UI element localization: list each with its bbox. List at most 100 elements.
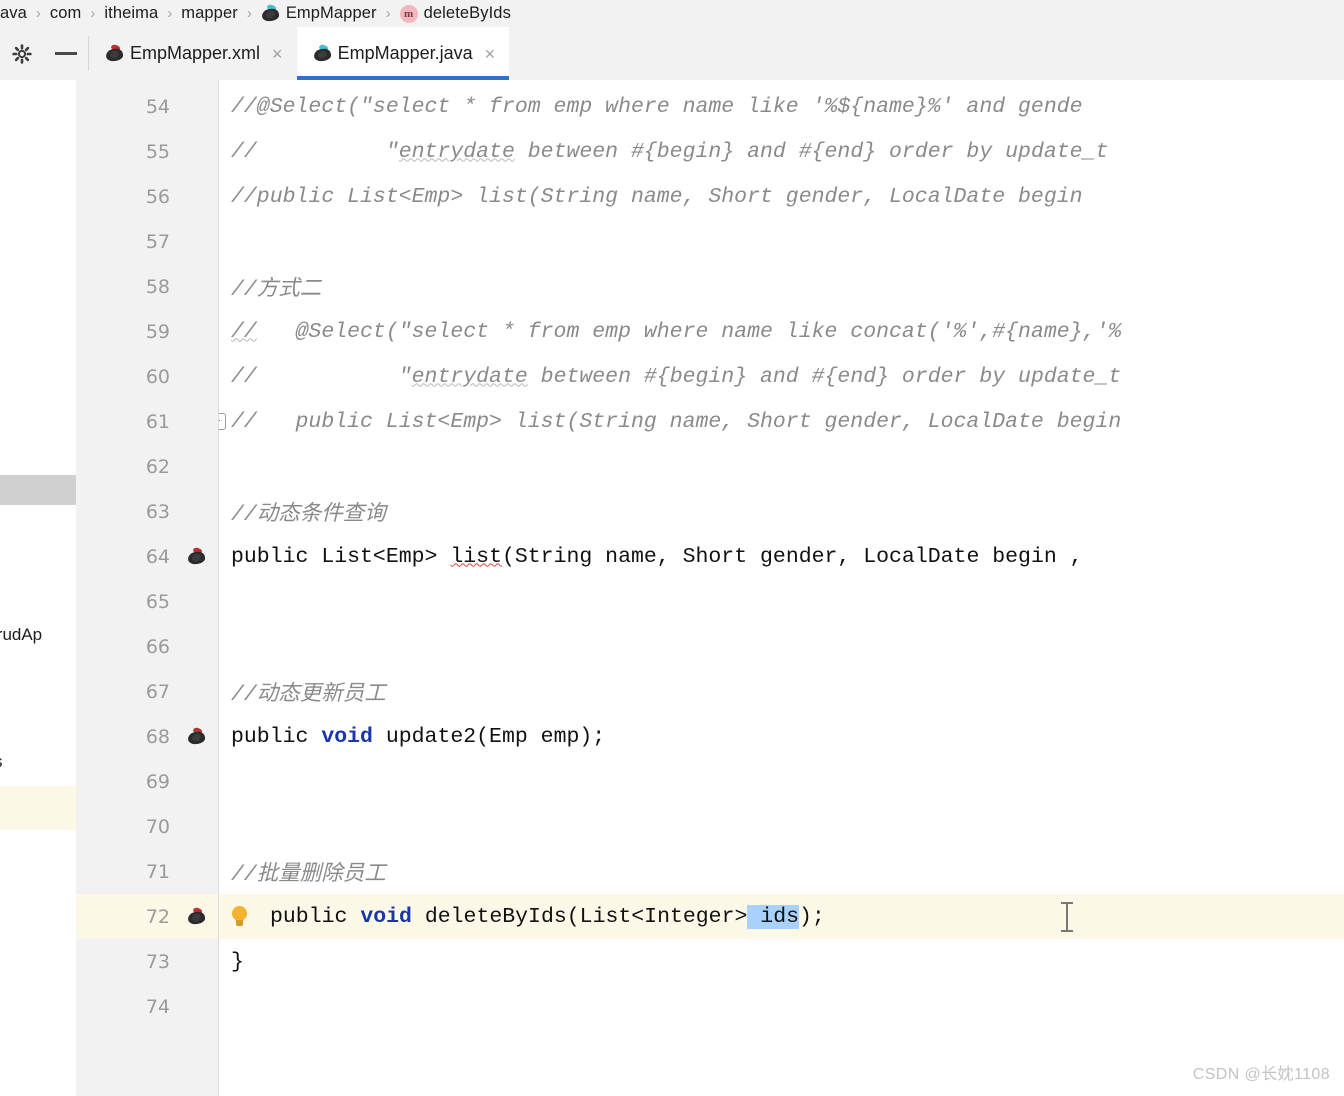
text-cursor-icon [1060, 900, 1074, 934]
breadcrumb-item-label: com [49, 4, 82, 22]
code-line-text[interactable] [219, 624, 1344, 669]
code-line[interactable]: // public List<Emp> list(String name, Sh… [76, 399, 1344, 444]
code-line-text[interactable]: } [219, 939, 1344, 984]
editor-code-area[interactable]: //@Select("select * from emp where name … [76, 80, 1344, 1096]
code-line[interactable]: //public List<Emp> list(String name, Sho… [76, 174, 1344, 219]
code-line-text[interactable] [219, 219, 1344, 264]
code-line-text[interactable]: //动态条件查询 [219, 489, 1344, 534]
code-line-text[interactable]: //public List<Emp> list(String name, Sho… [219, 174, 1344, 219]
code-comment-warning: // [231, 319, 257, 344]
code-keyword: void [321, 724, 373, 749]
breadcrumb-item-deletebyids[interactable]: m deleteByIds [399, 4, 511, 23]
code-line[interactable]: //动态条件查询 [76, 489, 1344, 534]
selected-text[interactable]: ids [747, 904, 800, 929]
code-line-text[interactable]: public List<Emp> list (String name, Short… [219, 534, 1344, 579]
java-file-icon [312, 43, 332, 63]
code-comment: //@Select("select * from emp where name … [231, 94, 1083, 119]
editor-tab-bar: EmpMapper.xml × EmpMapper.java × [0, 27, 1344, 80]
code-line-text[interactable]: // @Select("select * from emp where name… [219, 309, 1344, 354]
code-line-text[interactable]: //方式二 [219, 264, 1344, 309]
settings-button[interactable] [0, 27, 44, 80]
project-tree-panel[interactable]: sCrudAp s [0, 80, 77, 1096]
project-tree-highlight-band [0, 786, 76, 830]
project-tree-item-label: sCrudAp [0, 625, 43, 644]
code-line-text[interactable]: // " entrydate between #{begin} and #{end… [219, 354, 1344, 399]
project-tree-selected-row[interactable] [0, 475, 76, 505]
breadcrumb-item-label: EmpMapper [285, 4, 377, 22]
tab-empmapper-xml[interactable]: EmpMapper.xml × [89, 27, 297, 80]
breadcrumb-separator: › [167, 5, 173, 22]
watermark: CSDN @长妉1108 [1192, 1066, 1330, 1083]
code-line-text[interactable]: public void update2(Emp emp); [219, 714, 1344, 759]
code-line[interactable] [76, 804, 1344, 849]
code-editor[interactable]: 54 55 56 57 58 59 60 61 62 63 64 65 66 67 68 69 70 71 72 73… [76, 80, 1344, 1096]
code-line[interactable]: //动态更新员工 [76, 669, 1344, 714]
code-line-text[interactable] [219, 759, 1344, 804]
code-line[interactable]: //@Select("select * from emp where name … [76, 84, 1344, 129]
code-token: } [231, 949, 244, 974]
code-token: deleteByIds(List<Integer> [411, 904, 748, 929]
project-tree-item-label-2: s [0, 752, 3, 772]
code-line-text[interactable]: public void deleteByIds(List<Integer> id… [219, 894, 1344, 939]
breadcrumb-item-ava[interactable]: ava [0, 4, 27, 23]
code-keyword: void [360, 904, 412, 929]
code-line[interactable]: // " entrydate between #{begin} and #{end… [76, 354, 1344, 399]
code-line[interactable] [76, 624, 1344, 669]
tab-label: EmpMapper.java [337, 43, 473, 63]
code-token: List<Emp> [308, 544, 451, 569]
code-comment: between #{begin} and #{end} order by upd… [514, 139, 1109, 164]
code-line-text[interactable] [219, 984, 1344, 1029]
code-comment: between #{begin} and #{end} order by upd… [527, 364, 1122, 389]
code-token: update2(Emp emp); [372, 724, 606, 749]
code-line[interactable]: //批量删除员工 [76, 849, 1344, 894]
code-line[interactable]: public List<Emp> list (String name, Short… [76, 534, 1344, 579]
code-line[interactable]: // @Select("select * from emp where name… [76, 309, 1344, 354]
code-line-text[interactable] [219, 804, 1344, 849]
method-icon: m [399, 4, 418, 23]
code-line-text[interactable]: // " entrydate between #{begin} and #{end… [219, 129, 1344, 174]
close-icon[interactable]: × [485, 45, 496, 63]
code-line-text[interactable]: //@Select("select * from emp where name … [219, 84, 1344, 129]
breadcrumb-item-empmapper[interactable]: EmpMapper [261, 3, 377, 23]
code-line[interactable] [76, 579, 1344, 624]
close-icon[interactable]: × [272, 45, 283, 63]
breadcrumb-item-label: itheima [104, 4, 159, 22]
breadcrumb-item-label: ava [0, 4, 27, 22]
code-line[interactable]: //方式二 [76, 264, 1344, 309]
code-token: (String name, Short gender, LocalDate be… [501, 544, 1083, 569]
code-line-text[interactable]: //批量删除员工 [219, 849, 1344, 894]
breadcrumb-item-itheima[interactable]: itheima [104, 4, 158, 23]
breadcrumb[interactable]: ava › com › itheima › mapper › EmpMapper › m delete… [0, 0, 1344, 27]
breadcrumb-separator: › [246, 5, 252, 22]
collapse-button[interactable] [44, 27, 88, 80]
code-line-text[interactable] [219, 444, 1344, 489]
code-line-text[interactable] [219, 579, 1344, 624]
code-line[interactable] [76, 759, 1344, 804]
code-token-error: list [450, 544, 502, 569]
code-line[interactable]: public void deleteByIds(List<Integer> id… [76, 894, 1344, 939]
code-line-text[interactable]: // public List<Emp> list(String name, Sh… [219, 399, 1121, 444]
code-line[interactable] [76, 219, 1344, 264]
breadcrumb-separator: › [35, 5, 41, 22]
code-line-text[interactable]: //动态更新员工 [219, 669, 1344, 714]
code-line[interactable]: public void update2(Emp emp); [76, 714, 1344, 759]
gear-icon [12, 43, 32, 64]
java-class-icon [261, 3, 280, 23]
tab-label: EmpMapper.xml [130, 43, 261, 63]
code-comment-warning: entrydate [411, 364, 528, 389]
code-token: public [231, 544, 309, 569]
code-line[interactable]: // " entrydate between #{begin} and #{end… [76, 129, 1344, 174]
code-fold-marker-icon[interactable] [219, 413, 226, 430]
code-comment: //方式二 [231, 278, 322, 302]
intention-bulb-icon[interactable] [231, 905, 248, 928]
code-line[interactable]: } [76, 939, 1344, 984]
code-comment: //public List<Emp> list(String name, Sho… [231, 184, 1083, 209]
code-comment: // " [231, 139, 399, 164]
breadcrumb-item-mapper[interactable]: mapper [181, 4, 238, 23]
tab-empmapper-java[interactable]: EmpMapper.java × [296, 27, 510, 80]
code-token: public [270, 904, 361, 929]
code-comment: //动态更新员工 [231, 683, 386, 707]
breadcrumb-item-com[interactable]: com [50, 4, 81, 23]
code-line[interactable] [76, 444, 1344, 489]
code-line[interactable] [76, 984, 1344, 1029]
